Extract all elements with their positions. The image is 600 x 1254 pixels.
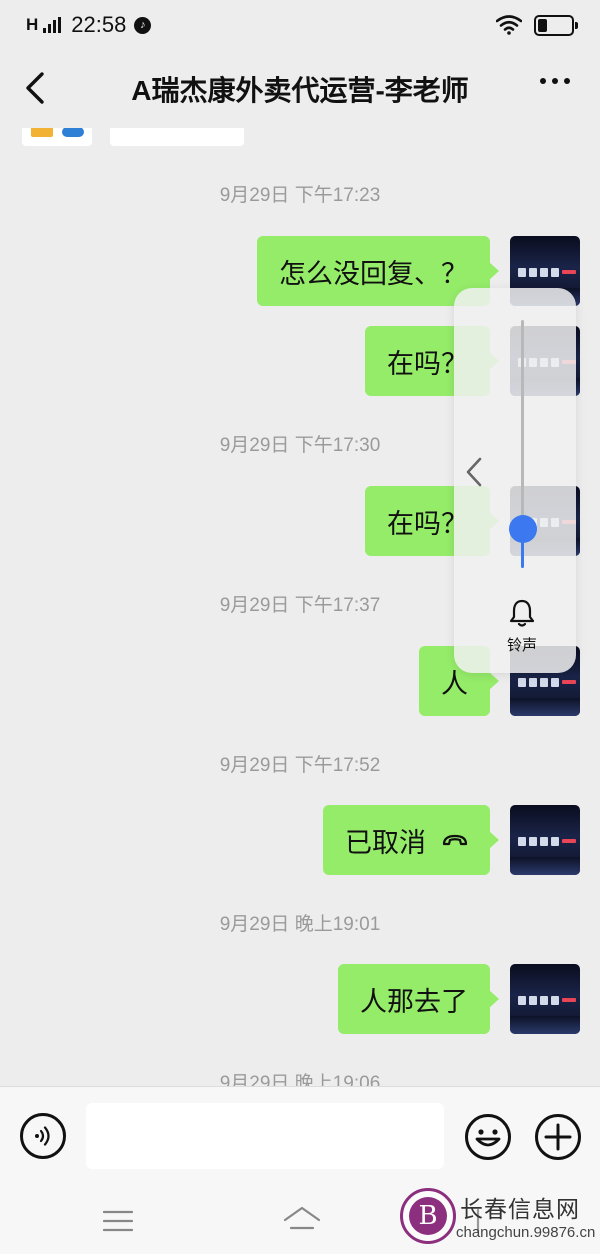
status-bar: H 22:58 ♪ bbox=[0, 0, 600, 50]
title-bar: A瑞杰康外卖代运营-李老师 bbox=[0, 50, 600, 128]
back-arrow-icon[interactable] bbox=[20, 68, 54, 108]
voice-input-button[interactable] bbox=[20, 1113, 66, 1159]
message-text: 已取消 bbox=[345, 827, 426, 858]
message-timestamp: 9月29日 晚上19:01 bbox=[219, 914, 381, 935]
plus-icon[interactable] bbox=[534, 1113, 582, 1161]
volume-panel: 铃声 bbox=[454, 288, 576, 673]
message-bubble[interactable]: 人那去了 bbox=[338, 964, 499, 1034]
partial-message-bubble[interactable] bbox=[110, 128, 244, 146]
message-text: 人那去了 bbox=[360, 986, 468, 1017]
network-type: H bbox=[26, 15, 38, 34]
call-record-bubble[interactable]: 已取消 bbox=[323, 805, 499, 875]
partial-message-card[interactable] bbox=[22, 128, 92, 146]
message-input[interactable] bbox=[86, 1103, 444, 1169]
emoji-icon[interactable] bbox=[464, 1113, 512, 1161]
site-watermark: B 长春信息网 changchun.99876.cn bbox=[398, 1186, 598, 1250]
avatar[interactable] bbox=[510, 964, 580, 1034]
watermark-logo-letter: B bbox=[409, 1197, 447, 1235]
message-timestamp: 9月29日 下午17:23 bbox=[219, 185, 381, 206]
menu-icon[interactable] bbox=[103, 1210, 133, 1232]
watermark-logo: B bbox=[400, 1188, 456, 1244]
brand-logo-icon bbox=[61, 128, 84, 137]
watermark-url: changchun.99876.cn bbox=[456, 1224, 596, 1241]
message-row: 已取消 bbox=[323, 805, 580, 875]
chevron-left-icon[interactable] bbox=[462, 454, 488, 490]
voice-icon bbox=[35, 1126, 50, 1146]
avatar[interactable] bbox=[510, 805, 580, 875]
message-timestamp: 9月29日 晚上19:06 bbox=[219, 1073, 381, 1086]
signal-icon bbox=[43, 17, 62, 33]
home-icon[interactable] bbox=[282, 1204, 322, 1236]
volume-slider-handle[interactable] bbox=[509, 515, 537, 543]
status-right bbox=[496, 14, 578, 36]
input-bar bbox=[0, 1086, 600, 1184]
watermark-site-name: 长春信息网 bbox=[460, 1196, 580, 1222]
bell-icon bbox=[509, 599, 535, 627]
ringtone-mode-button[interactable]: 铃声 bbox=[490, 598, 554, 655]
more-options-icon[interactable] bbox=[540, 78, 570, 84]
battery-icon bbox=[534, 14, 578, 36]
brand-logo-icon bbox=[30, 128, 53, 137]
chat-title: A瑞杰康外卖代运营-李老师 bbox=[131, 75, 469, 106]
status-time: 22:58 bbox=[71, 12, 127, 37]
message-text: 怎么没回复、？ bbox=[279, 258, 468, 289]
wifi-icon bbox=[496, 15, 522, 35]
message-row: 人那去了 bbox=[338, 964, 580, 1034]
ringtone-label: 铃声 bbox=[506, 637, 537, 654]
message-bubble[interactable]: 怎么没回复、？ bbox=[257, 236, 499, 306]
music-icon: ♪ bbox=[134, 16, 152, 34]
hangup-icon bbox=[442, 834, 468, 846]
message-timestamp: 9月29日 下午17:52 bbox=[219, 755, 381, 776]
status-left: H 22:58 ♪ bbox=[26, 12, 152, 38]
